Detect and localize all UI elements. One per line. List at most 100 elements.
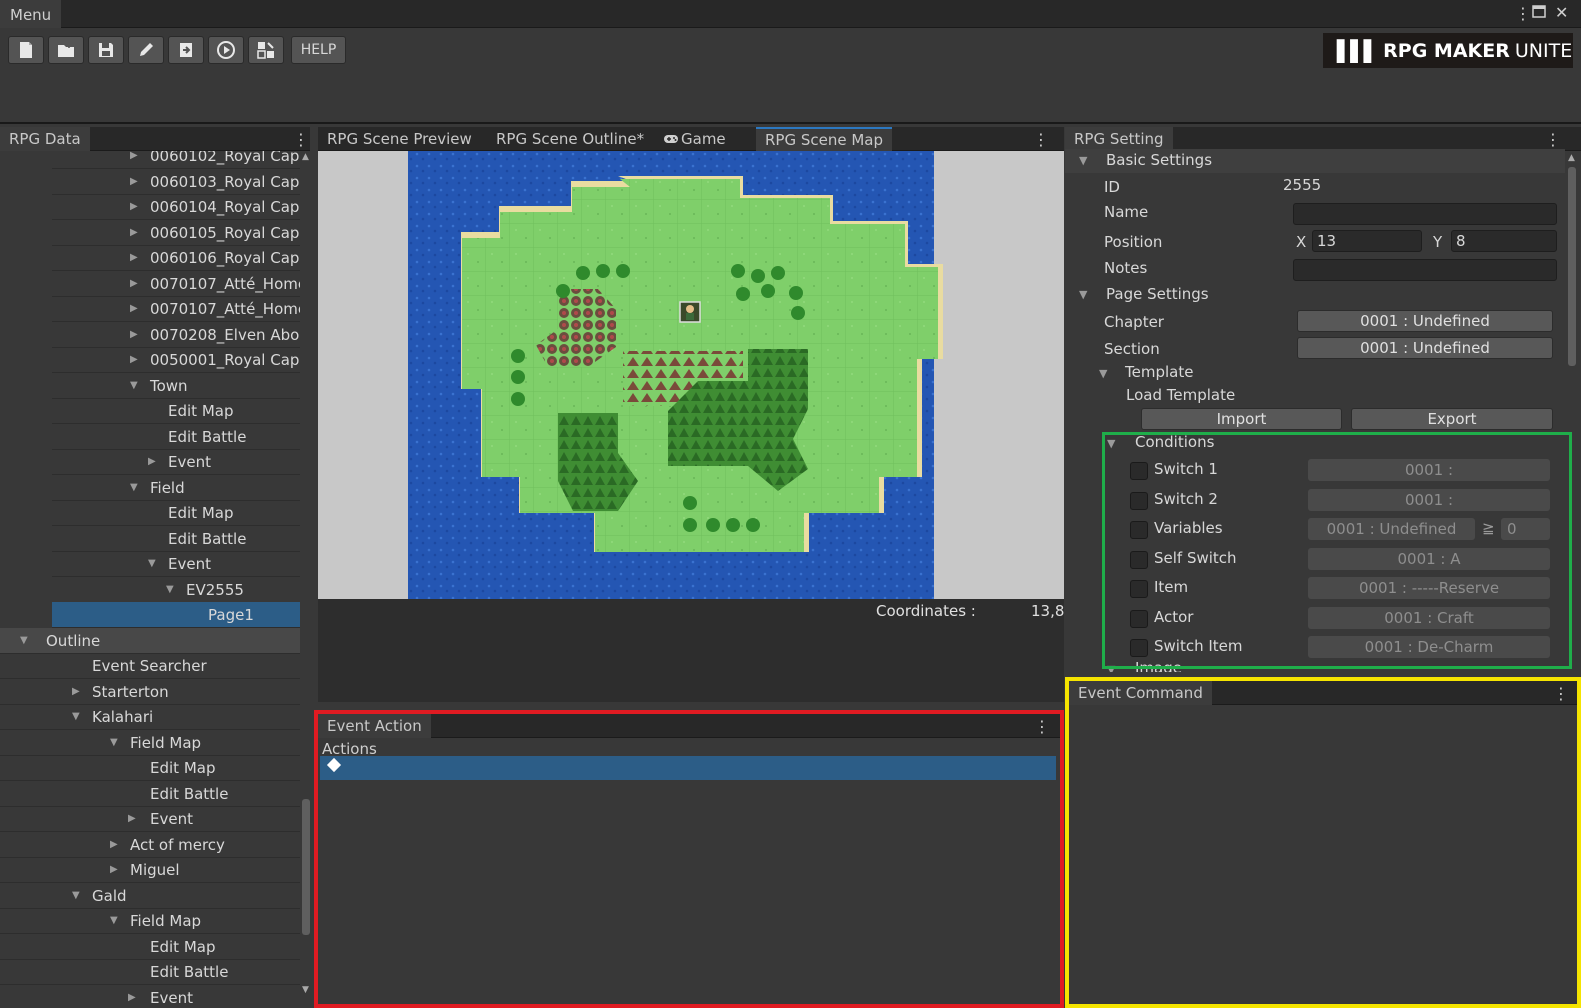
scroll-down-icon[interactable]: ▼ — [302, 985, 309, 995]
expand-arrow-icon[interactable]: ▶ — [130, 271, 138, 296]
expand-arrow-icon[interactable]: ▶ — [128, 985, 136, 1008]
tree-item[interactable]: Event Searcher — [0, 653, 300, 679]
import-button[interactable]: Import — [1141, 408, 1342, 430]
tab-event-action[interactable]: Event Action — [318, 714, 431, 738]
open-project-button[interactable] — [48, 36, 84, 64]
expand-arrow-icon[interactable]: ▶ — [130, 322, 138, 347]
expand-arrow-icon[interactable]: ▶ — [130, 194, 138, 219]
expand-arrow-icon[interactable]: ▶ — [110, 857, 118, 882]
tree-item[interactable]: ▶ 0060102_Royal Capi — [52, 151, 300, 169]
collapse-arrow-icon[interactable]: ▼ — [110, 908, 118, 933]
collapse-arrow-icon[interactable]: ▼ — [130, 475, 138, 500]
tree-item[interactable]: ▼ Field Map — [0, 730, 300, 756]
tab-game[interactable]: Game — [655, 127, 735, 151]
edit-button[interactable] — [128, 36, 164, 64]
tree-item[interactable]: ▼ Kalahari — [0, 704, 300, 730]
save-button[interactable] — [88, 36, 124, 64]
panel-menu-icon[interactable]: ⋮ — [1033, 130, 1049, 149]
chapter-select[interactable]: 0001 : Undefined — [1297, 310, 1553, 332]
section-select[interactable]: 0001 : Undefined — [1297, 337, 1553, 359]
expand-arrow-icon[interactable]: ▶ — [148, 449, 156, 474]
tree-item[interactable]: ▶ Event — [0, 806, 300, 832]
tree-item[interactable]: ▼ Field Map — [0, 908, 300, 934]
tools-button[interactable] — [248, 36, 284, 64]
position-x-input[interactable]: 13 — [1312, 230, 1422, 252]
position-y-input[interactable]: 8 — [1451, 230, 1557, 252]
tree-item[interactable]: ▶ 0070107_Atté_Home — [52, 296, 300, 322]
scroll-up-icon[interactable]: ▲ — [302, 152, 309, 162]
notes-input[interactable] — [1293, 259, 1557, 281]
tree-item[interactable]: ▶ 0060106_Royal Capi — [52, 245, 300, 271]
collapse-arrow-icon[interactable]: ▼ — [20, 628, 28, 653]
tree-item[interactable]: Edit Map — [52, 500, 300, 526]
expand-arrow-icon[interactable]: ▶ — [110, 832, 118, 857]
export-button[interactable] — [168, 36, 204, 64]
tree-item[interactable]: ▶ 0060103_Royal Capi — [52, 169, 300, 195]
tree-item[interactable]: Edit Battle — [0, 781, 300, 807]
panel-menu-icon[interactable]: ⋮ — [1545, 130, 1561, 149]
new-file-button[interactable] — [8, 36, 44, 64]
expand-arrow-icon[interactable]: ▶ — [130, 296, 138, 321]
tree-item[interactable]: ▶ 0060104_Royal Capi — [52, 194, 300, 220]
collapse-arrow-icon[interactable]: ▼ — [148, 551, 156, 576]
tree-item[interactable]: Edit Battle — [52, 526, 300, 552]
tree-item[interactable]: ▼ Town — [52, 373, 300, 399]
tree-item[interactable]: Edit Battle — [52, 424, 300, 450]
help-button[interactable]: HELP — [291, 36, 346, 64]
tree-item[interactable]: ▶ Miguel — [0, 857, 300, 883]
tree-item[interactable]: Edit Map — [0, 934, 300, 960]
name-input[interactable] — [1293, 203, 1557, 225]
collapse-arrow-icon[interactable]: ▼ — [72, 883, 80, 908]
collapse-arrow-icon[interactable]: ▼ — [130, 373, 138, 398]
scrollbar-thumb[interactable] — [302, 799, 310, 935]
tree-item[interactable]: ▼ Field — [52, 475, 300, 501]
tree-item[interactable]: ▶ 0050001_Royal Capi — [52, 347, 300, 373]
tree-item[interactable]: ▶ 0070107_Atté_Home — [52, 271, 300, 297]
expand-arrow-icon[interactable]: ▶ — [130, 220, 138, 245]
map-canvas[interactable] — [318, 151, 1064, 599]
tab-scene-preview[interactable]: RPG Scene Preview — [318, 127, 481, 151]
page-settings-foldout[interactable]: ▼ Page Settings — [1065, 283, 1565, 307]
tree-item[interactable]: ▼ Gald — [0, 883, 300, 909]
tab-scene-map[interactable]: RPG Scene Map — [756, 127, 893, 151]
tree-item[interactable]: ▼ EV2555 — [52, 577, 300, 603]
close-icon[interactable]: ✕ — [1555, 3, 1568, 22]
tree-item[interactable]: Page1 — [52, 602, 300, 628]
panel-menu-icon[interactable]: ⋮ — [293, 130, 309, 149]
panel-menu-icon[interactable]: ⋮ — [1553, 684, 1569, 703]
kebab-icon[interactable]: ⋮ — [1515, 4, 1531, 23]
scroll-up-icon[interactable]: ▲ — [1568, 153, 1575, 163]
tab-event-command[interactable]: Event Command — [1069, 681, 1212, 705]
action-row[interactable] — [320, 756, 1056, 780]
tree-item[interactable]: ▶ 0060105_Royal Capi — [52, 220, 300, 246]
expand-arrow-icon[interactable]: ▶ — [130, 245, 138, 270]
collapse-arrow-icon[interactable]: ▼ — [166, 577, 174, 602]
tree-item[interactable]: Edit Battle — [0, 959, 300, 985]
expand-arrow-icon[interactable]: ▶ — [130, 347, 138, 372]
tree-item[interactable]: ▶ Event — [52, 449, 300, 475]
tree-item[interactable]: Edit Map — [0, 755, 300, 781]
settings-scrollbar-thumb[interactable] — [1568, 167, 1576, 366]
collapse-arrow-icon[interactable]: ▼ — [1099, 367, 1107, 380]
tree-item[interactable]: Edit Map — [52, 398, 300, 424]
tab-scene-outline[interactable]: RPG Scene Outline* — [487, 127, 653, 151]
menu-tab[interactable]: Menu — [0, 0, 62, 28]
tab-rpg-setting[interactable]: RPG Setting — [1065, 127, 1173, 151]
expand-arrow-icon[interactable]: ▶ — [130, 169, 138, 194]
expand-arrow-icon[interactable]: ▶ — [128, 806, 136, 831]
tree-item[interactable]: ▶ Event — [0, 985, 300, 1008]
tree-section-outline[interactable]: ▼ Outline — [0, 627, 300, 654]
maximize-icon[interactable] — [1532, 4, 1546, 23]
tree-item[interactable]: ▶ Act of mercy — [0, 832, 300, 858]
export-button[interactable]: Export — [1351, 408, 1553, 430]
play-button[interactable] — [208, 36, 244, 64]
panel-menu-icon[interactable]: ⋮ — [1034, 717, 1050, 736]
basic-settings-foldout[interactable]: ▼ Basic Settings — [1065, 149, 1565, 173]
tree-item[interactable]: ▶ Starterton — [0, 679, 300, 705]
collapse-arrow-icon[interactable]: ▼ — [72, 704, 80, 729]
tree-item[interactable]: ▼ Event — [52, 551, 300, 577]
tree-item[interactable]: ▶ 0070208_Elven Abo — [52, 322, 300, 348]
collapse-arrow-icon[interactable]: ▼ — [110, 730, 118, 755]
expand-arrow-icon[interactable]: ▶ — [130, 151, 138, 168]
expand-arrow-icon[interactable]: ▶ — [72, 679, 80, 704]
